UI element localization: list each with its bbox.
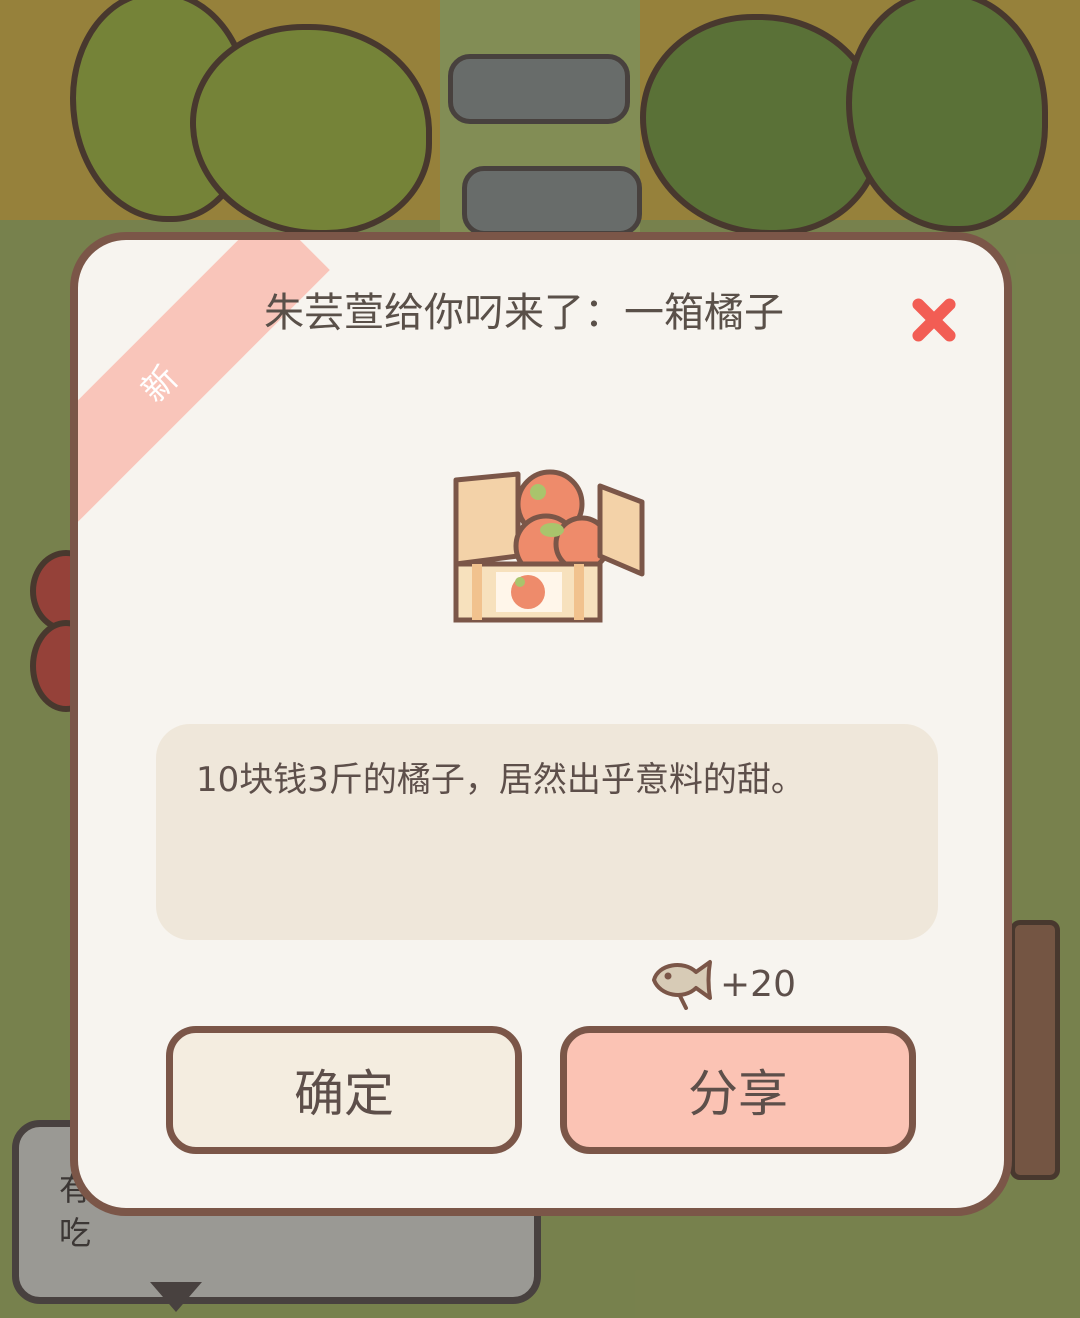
gift-dialog: 新 朱芸萱给你叼来了：一箱橘子 10块钱3斤的橘子，居然出乎意料的甜。 +20 …	[70, 232, 1012, 1216]
new-badge-label: 新	[133, 356, 188, 411]
share-button[interactable]: 分享	[560, 1026, 916, 1154]
reward: +20	[648, 952, 848, 1012]
close-icon[interactable]	[906, 292, 962, 348]
dialog-title: 朱芸萱给你叼来了：一箱橘子	[264, 290, 784, 336]
confirm-button[interactable]: 确定	[166, 1026, 522, 1154]
message-box: 10块钱3斤的橘子，居然出乎意料的甜。	[156, 724, 938, 940]
message-text: 10块钱3斤的橘子，居然出乎意料的甜。	[196, 760, 805, 800]
fish-icon	[652, 960, 712, 1010]
orange-box-icon	[453, 469, 645, 623]
reward-amount: +20	[720, 964, 796, 1005]
